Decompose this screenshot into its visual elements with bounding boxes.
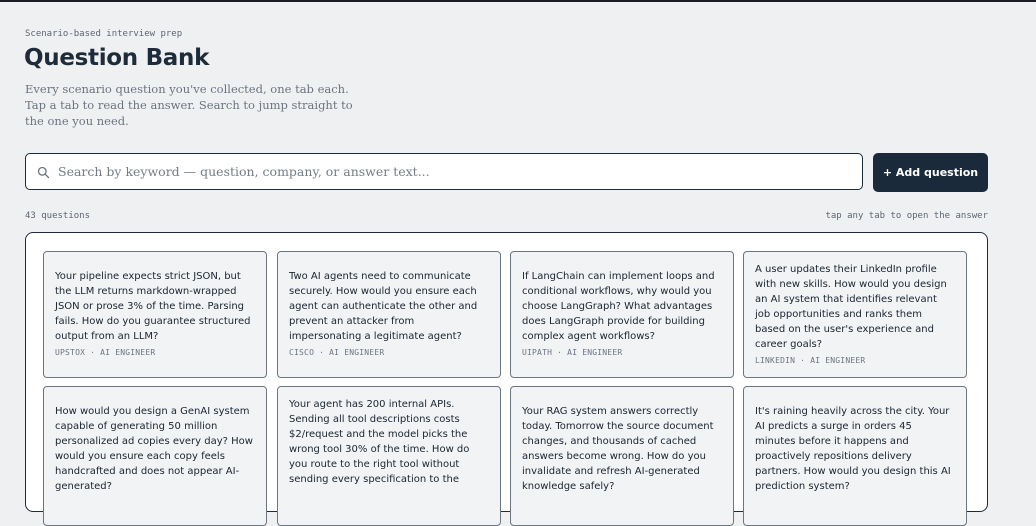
question-card[interactable]: Two AI agents need to communicate secure…	[277, 251, 501, 378]
question-role: AI ENGINEER	[567, 348, 623, 357]
question-text: Your agent has 200 internal APIs. Sendin…	[289, 399, 470, 485]
window-top-border	[0, 0, 1036, 2]
question-card[interactable]: Your RAG system answers correctly today.…	[510, 386, 734, 526]
question-meta: UPSTOX · AI ENGINEER	[55, 348, 156, 357]
page-subtitle: Every scenario question you've collected…	[25, 82, 353, 128]
question-meta: UIPATH · AI ENGINEER	[522, 348, 623, 357]
question-text: Your pipeline expects strict JSON, but t…	[55, 271, 251, 342]
search-input[interactable]	[58, 160, 848, 182]
question-meta: CISCO · AI ENGINEER	[289, 348, 385, 357]
page-title: Question Bank	[24, 45, 210, 71]
question-card[interactable]: A user updates their LinkedIn profile wi…	[743, 251, 967, 378]
question-card[interactable]: It's raining heavily across the city. Yo…	[743, 386, 967, 526]
search-icon	[37, 166, 50, 179]
question-role: AI ENGINEER	[100, 348, 156, 357]
question-text: If LangChain can implement loops and con…	[522, 271, 715, 342]
question-count: 43 questions	[25, 211, 91, 221]
question-company: CISCO	[289, 348, 315, 357]
question-grid: Your pipeline expects strict JSON, but t…	[25, 232, 988, 526]
question-text: Your RAG system answers correctly today.…	[522, 406, 714, 492]
question-company: UPSTOX	[55, 348, 86, 357]
question-text: It's raining heavily across the city. Yo…	[755, 406, 951, 492]
question-card[interactable]: Your pipeline expects strict JSON, but t…	[43, 251, 267, 378]
search-box[interactable]	[25, 153, 863, 190]
page-eyebrow: Scenario-based interview prep	[25, 29, 183, 39]
question-company: LINKEDIN	[755, 356, 796, 365]
question-card[interactable]: How would you design a GenAI system capa…	[43, 386, 267, 526]
question-role: AI ENGINEER	[810, 356, 866, 365]
tap-hint: tap any tab to open the answer	[825, 211, 988, 221]
question-card[interactable]: If LangChain can implement loops and con…	[510, 251, 734, 378]
question-text: Two AI agents need to communicate secure…	[289, 271, 478, 342]
question-role: AI ENGINEER	[329, 348, 385, 357]
question-meta: LINKEDIN · AI ENGINEER	[755, 356, 866, 365]
question-text: How would you design a GenAI system capa…	[55, 406, 253, 492]
question-company: UIPATH	[522, 348, 553, 357]
question-text: A user updates their LinkedIn profile wi…	[755, 264, 947, 350]
add-question-button[interactable]: + Add question	[873, 153, 988, 192]
question-card[interactable]: Your agent has 200 internal APIs. Sendin…	[277, 386, 501, 526]
